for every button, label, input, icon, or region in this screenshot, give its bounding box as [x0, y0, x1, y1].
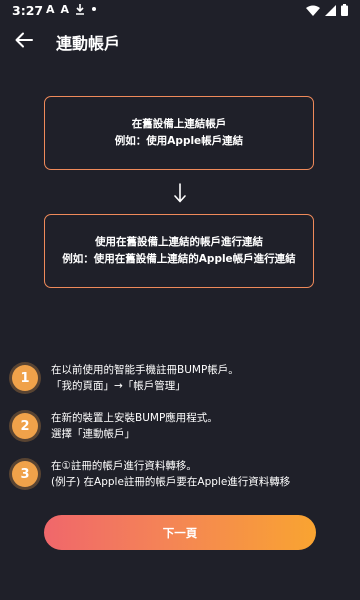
step-item: 2 在新的裝置上安裝BUMP應用程式。 選擇「連動帳戶」 [12, 410, 352, 450]
new-device-link-title: 使用在舊設備上連結的帳戶進行連結 [95, 236, 263, 248]
battery-icon [341, 4, 348, 19]
dot-icon [91, 3, 97, 18]
step-line: 「我的頁面」→「帳戶管理」 [51, 380, 186, 392]
status-bar: 3:27 A A [0, 0, 360, 22]
font-a-icon: A [46, 3, 55, 16]
status-notification-icons: A A [46, 3, 97, 18]
old-device-link-title: 在舊設備上連結帳戶 [131, 118, 227, 130]
new-device-link-example: 例如：使用在舊設備上連結的Apple帳戶進行連結 [62, 253, 296, 265]
old-device-link-example: 例如：使用Apple帳戶連結 [114, 135, 244, 147]
status-system-icons [306, 4, 348, 19]
new-device-link-box: 使用在舊設備上連結的帳戶進行連結 例如：使用在舊設備上連結的Apple帳戶進行連… [44, 214, 314, 288]
back-arrow-icon [15, 32, 33, 48]
page-title: 連動帳戶 [56, 34, 121, 53]
step-line: 在①註冊的帳戶進行資料轉移。 [51, 460, 197, 472]
back-button[interactable] [10, 26, 38, 54]
step-number-badge: 3 [12, 461, 38, 487]
step-item: 1 在以前使用的智能手機註冊BUMP帳戶。 「我的頁面」→「帳戶管理」 [12, 362, 352, 402]
step-line: (例子) 在Apple註冊的帳戶要在Apple進行資料轉移 [51, 476, 291, 488]
wifi-icon [306, 5, 320, 19]
step-line: 在以前使用的智能手機註冊BUMP帳戶。 [51, 364, 239, 376]
cellular-signal-icon [325, 4, 336, 19]
step-number-badge: 1 [12, 365, 38, 391]
navigation-bar [0, 582, 360, 600]
step-line: 在新的裝置上安裝BUMP應用程式。 [51, 412, 218, 424]
step-text: 在①註冊的帳戶進行資料轉移。 (例子) 在Apple註冊的帳戶要在Apple進行… [51, 458, 290, 490]
font-a-icon: A [60, 3, 70, 16]
download-icon [75, 3, 85, 18]
old-device-link-box: 在舊設備上連結帳戶 例如：使用Apple帳戶連結 [44, 96, 314, 170]
next-page-button[interactable]: 下一頁 [44, 515, 316, 550]
status-time: 3:27 [12, 3, 44, 18]
app-header: 連動帳戶 [0, 22, 360, 58]
step-item: 3 在①註冊的帳戶進行資料轉移。 (例子) 在Apple註冊的帳戶要在Apple… [12, 458, 352, 498]
arrow-down-icon [174, 183, 186, 203]
step-text: 在以前使用的智能手機註冊BUMP帳戶。 「我的頁面」→「帳戶管理」 [51, 362, 239, 394]
step-number-badge: 2 [12, 413, 38, 439]
step-text: 在新的裝置上安裝BUMP應用程式。 選擇「連動帳戶」 [51, 410, 218, 442]
step-line: 選擇「連動帳戶」 [51, 428, 135, 440]
